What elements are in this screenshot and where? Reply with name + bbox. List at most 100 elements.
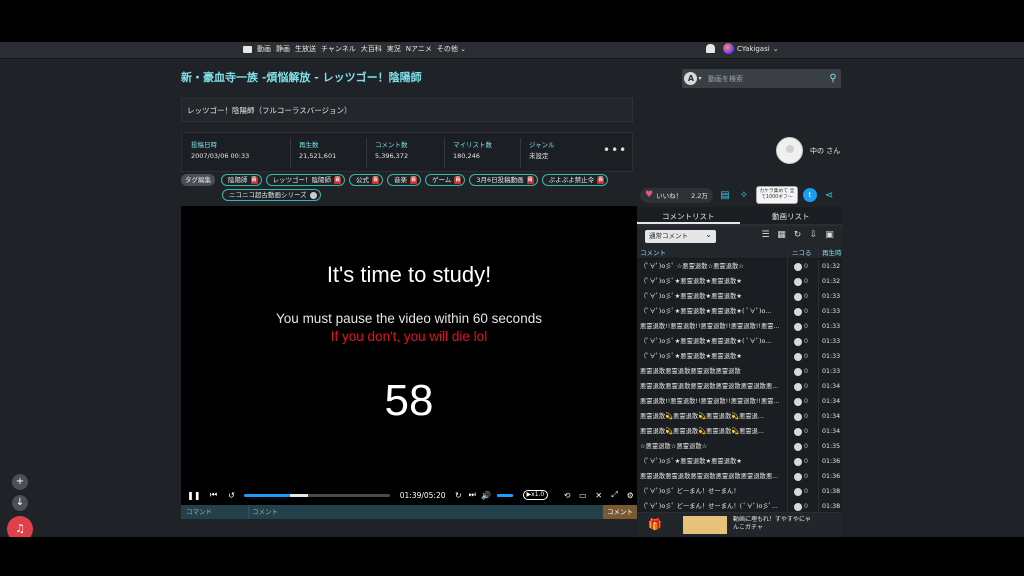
command-input[interactable]: コマンド [181, 505, 249, 519]
tab-comment-list[interactable]: コメントリスト [637, 207, 740, 224]
nav-item[interactable]: 実況 [387, 44, 401, 54]
tag[interactable]: レッツゴー！陰陽師百 [265, 174, 345, 186]
search-icon[interactable]: ⚲ [825, 69, 841, 88]
tv-icon[interactable] [243, 45, 252, 53]
skip-back-icon[interactable]: ⏮ [207, 488, 221, 502]
skip-next-icon[interactable]: ⏭ [465, 488, 479, 502]
volume-icon[interactable]: 🔊 [479, 488, 493, 502]
niko-count[interactable]: 0 [787, 484, 818, 499]
tag[interactable]: 音楽百 [387, 174, 421, 186]
comment-row[interactable]: （ﾟ∀ﾟ)o彡ﾟ★悪霊退散★悪霊退散★( ﾟ∀ﾟ)o... 0 01:33 [637, 334, 842, 349]
comment-row[interactable]: （ﾟ∀ﾟ)o彡ﾟ どーまん！せーまん！ 0 01:38 [637, 484, 842, 499]
comment-row[interactable]: 悪霊退散!!悪霊退散!!悪霊退散!!悪霊退散!!悪霊... 0 01:33 [637, 319, 842, 334]
niko-count[interactable]: 0 [787, 469, 818, 484]
niko-count[interactable]: 0 [787, 409, 818, 424]
comment-row[interactable]: 悪霊退散💫悪霊退散💫悪霊退散💫悪霊退... 0 01:34 [637, 424, 842, 439]
search-input[interactable] [704, 74, 825, 83]
forward-icon[interactable]: ↻ [452, 488, 466, 502]
comment-input[interactable]: コメント [249, 505, 603, 519]
comment-row[interactable]: 悪霊退散悪霊退散悪霊退散悪霊退散 0 01:33 [637, 364, 842, 379]
filter-icon[interactable]: ☰ [760, 230, 771, 241]
search-type-button[interactable]: A ▾ [682, 69, 704, 88]
settings-icon[interactable]: ⚙ [623, 488, 637, 502]
niko-count[interactable]: 0 [787, 319, 818, 334]
comment-row[interactable]: （ﾟ∀ﾟ)o彡ﾟ ☆悪霊退散☆悪霊退散☆ 0 01:32 [637, 259, 842, 274]
comment-settings-icon[interactable]: ▣ [824, 230, 835, 241]
comment-send-button[interactable]: コメント [603, 505, 637, 519]
niko-count[interactable]: 0 [787, 394, 818, 409]
gift-icon[interactable]: ✧ [737, 188, 751, 202]
niko-count[interactable]: 0 [787, 439, 818, 454]
gift-icon[interactable]: 🎁 [648, 518, 662, 532]
calendar-icon[interactable]: ▦ [776, 230, 787, 241]
share-icon[interactable]: ⋖ [822, 188, 836, 202]
niko-count[interactable]: 0 [787, 379, 818, 394]
loop-icon[interactable]: ⟲ [560, 488, 574, 502]
niko-count[interactable]: 0 [787, 364, 818, 379]
scroll-down-icon[interactable]: ⇩ [808, 230, 819, 241]
mylist-icon[interactable]: ▤ [718, 188, 732, 202]
comment-type-select[interactable]: 通常コメント [645, 228, 716, 243]
ad-banner[interactable]: 🎁 動画に埋もれ！すやすやにゃんこガチャ [637, 512, 842, 537]
niko-count[interactable]: 0 [787, 304, 818, 319]
volume-slider[interactable] [496, 493, 513, 497]
niko-count[interactable]: 0 [787, 334, 818, 349]
playback-speed[interactable]: ▶x1.0 [522, 490, 549, 500]
creator[interactable]: 中の さん [776, 137, 840, 164]
ad-image[interactable] [683, 516, 727, 534]
download-icon[interactable]: ↓ [12, 495, 28, 511]
niko-count[interactable]: 0 [787, 289, 818, 304]
comment-row[interactable]: 悪霊退散悪霊退散悪霊退散悪霊退散悪霊退散悪... 0 01:36 [637, 469, 842, 484]
plus-icon[interactable]: + [12, 474, 28, 490]
pause-icon[interactable]: ❚❚ [187, 488, 201, 502]
tag[interactable]: 陰陽師百 [221, 174, 262, 186]
comment-row[interactable]: 悪霊退散悪霊退散悪霊退散悪霊退散悪霊退散悪... 0 01:34 [637, 379, 842, 394]
comment-row[interactable]: （ﾟ∀ﾟ)o彡ﾟ★悪霊退散★悪霊退散★ 0 01:33 [637, 289, 842, 304]
user-menu[interactable]: CYakigasi ⌄ [723, 43, 779, 54]
tab-video-list[interactable]: 動画リスト [740, 207, 843, 224]
dictionary-icon[interactable]: 百 [250, 176, 258, 184]
niko-count[interactable]: 0 [787, 349, 818, 364]
niko-count[interactable]: 0 [787, 274, 818, 289]
niko-count[interactable]: 0 [787, 424, 818, 439]
comment-toggle-icon[interactable]: ▭ [576, 488, 590, 502]
refresh-icon[interactable]: ↻ [792, 230, 803, 241]
nav-item-more[interactable]: その他 ⌄ [437, 44, 466, 54]
comment-row[interactable]: （ﾟ∀ﾟ)o彡ﾟ★悪霊退散★悪霊退散★ 0 01:32 [637, 274, 842, 289]
nav-item[interactable]: Nアニメ [406, 44, 432, 54]
niko-count[interactable]: 0 [787, 259, 818, 274]
bell-icon[interactable] [706, 44, 715, 53]
tag[interactable]: ニコニコ超古動画シリーズ [222, 189, 321, 201]
seek-bar[interactable] [244, 493, 390, 497]
nav-item[interactable]: 生放送 [295, 44, 316, 54]
ad-text[interactable]: 動画に埋もれ！すやすやにゃんこガチャ [733, 516, 813, 534]
nav-item[interactable]: チャンネル [321, 44, 356, 54]
nav-item[interactable]: 動画 [257, 44, 271, 54]
tag-edit-button[interactable]: タグ編集 [181, 174, 215, 186]
tag[interactable]: ゲーム百 [425, 174, 466, 186]
niko-count[interactable]: 0 [787, 454, 818, 469]
dictionary-icon[interactable]: 百 [526, 176, 534, 184]
like-button[interactable]: ♥ いいね！ 2.2万 [640, 187, 713, 203]
comment-row[interactable]: （ﾟ∀ﾟ)o彡ﾟ★悪霊退散★悪霊退散★ 0 01:33 [637, 349, 842, 364]
video-player[interactable]: It's time to study! You must pause the v… [181, 206, 637, 505]
dictionary-icon[interactable]: 百 [334, 176, 341, 184]
dictionary-icon[interactable]: 百 [372, 176, 379, 184]
fullscreen-icon[interactable]: ⤢ [608, 488, 622, 502]
mute-comment-icon[interactable]: ✕ [592, 488, 606, 502]
headphones-icon[interactable]: ♫ [7, 516, 33, 537]
rewind-icon[interactable]: ↺ [225, 488, 239, 502]
comment-row[interactable]: ☆悪霊退散☆悪霊退散☆ 0 01:35 [637, 439, 842, 454]
comment-row[interactable]: 悪霊退散💫悪霊退散💫悪霊退散💫悪霊退... 0 01:34 [637, 409, 842, 424]
tag[interactable]: 公式百 [349, 174, 383, 186]
dictionary-icon[interactable]: 百 [410, 176, 417, 184]
tag[interactable]: 3月6日投稿動画百 [469, 174, 538, 186]
comment-row[interactable]: 悪霊退散!!悪霊退散!!悪霊退散!!悪霊退散!!悪霊... 0 01:34 [637, 394, 842, 409]
comment-row[interactable]: （ﾟ∀ﾟ)o彡ﾟ★悪霊退散★悪霊退散★( ﾟ∀ﾟ)o... 0 01:33 [637, 304, 842, 319]
twitter-icon[interactable]: t [802, 188, 817, 202]
nav-item[interactable]: 静画 [276, 44, 290, 54]
dictionary-icon[interactable]: 百 [454, 176, 462, 184]
tag[interactable]: ぷよぷよ禁止令百 [541, 174, 609, 186]
nav-item[interactable]: 大百科 [361, 44, 382, 54]
dictionary-icon[interactable]: 百 [597, 176, 605, 184]
